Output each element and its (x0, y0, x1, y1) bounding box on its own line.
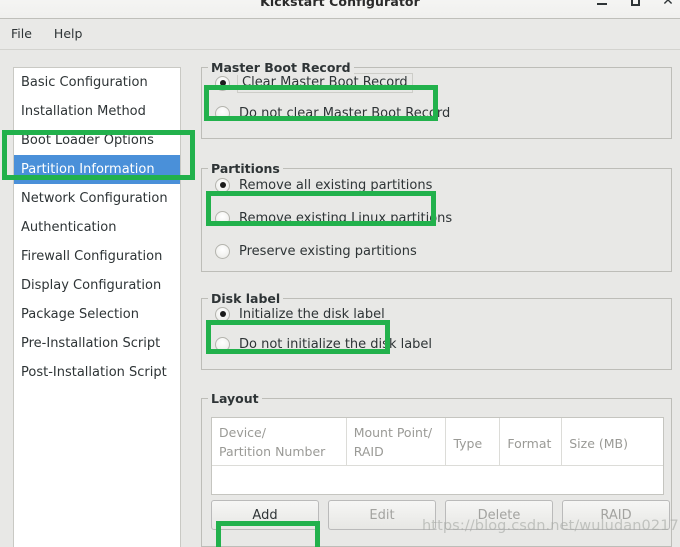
table-header-row: Device/ Partition Number Mount Point/ RA… (212, 418, 663, 466)
sidebar-item-basic-configuration[interactable]: Basic Configuration (14, 68, 180, 97)
radio-label-do-not-clear-master-boot-record: Do not clear Master Boot Record (239, 105, 451, 121)
partitions-group-title: Partitions (208, 161, 283, 176)
radio-initialize-the-disk-label[interactable] (215, 306, 230, 322)
sidebar-item-firewall-configuration[interactable]: Firewall Configuration (14, 242, 180, 271)
main-content: Basic Configuration Installation Method … (0, 50, 680, 547)
sidebar-item-label: Partition Information (21, 162, 155, 177)
sidebar-item-label: Basic Configuration (21, 75, 148, 90)
sidebar-item-label: Authentication (21, 220, 117, 235)
radio-remove-existing-linux-partitions[interactable] (215, 210, 230, 226)
radio-label-do-not-initialize-the-disk-label: Do not initialize the disk label (239, 336, 433, 352)
column-header-format[interactable]: Format (500, 418, 563, 465)
master-boot-record-group: Master Boot Record Clear Master Boot Rec… (201, 60, 672, 139)
radio-clear-master-boot-record[interactable] (215, 75, 230, 91)
minimize-button[interactable] (594, 0, 610, 9)
title-bar: Kickstart Configurator ✕ (0, 0, 680, 19)
radio-do-not-clear-master-boot-record[interactable] (215, 105, 230, 121)
sidebar-item-authentication[interactable]: Authentication (14, 213, 180, 242)
menu-help[interactable]: Help (49, 23, 94, 45)
column-header-mount-point-raid[interactable]: Mount Point/ RAID (347, 418, 447, 465)
minimize-icon (597, 3, 607, 5)
sidebar-item-label: Firewall Configuration (21, 249, 163, 264)
delete-button[interactable]: Delete (445, 500, 553, 530)
radio-preserve-existing-partitions[interactable] (215, 243, 230, 259)
disk-label-group: Disk label Initialize the disk label Do … (201, 291, 672, 370)
radio-label-clear-master-boot-record: Clear Master Boot Record (237, 73, 413, 93)
radio-row-preserve-existing-partitions[interactable]: Preserve existing partitions (202, 235, 671, 267)
menu-file[interactable]: File (6, 23, 43, 45)
master-boot-record-group-title: Master Boot Record (208, 60, 354, 75)
sidebar-item-label: Post-Installation Script (21, 365, 167, 380)
radio-do-not-initialize-the-disk-label[interactable] (215, 336, 230, 352)
sidebar-item-partition-information[interactable]: Partition Information (14, 155, 180, 184)
column-header-device-partition-number[interactable]: Device/ Partition Number (212, 418, 347, 465)
sidebar-item-label: Installation Method (21, 104, 146, 119)
column-header-type[interactable]: Type (446, 418, 501, 465)
radio-row-do-not-initialize-the-disk-label[interactable]: Do not initialize the disk label (202, 329, 671, 359)
maximize-button[interactable] (627, 0, 643, 9)
sidebar-item-display-configuration[interactable]: Display Configuration (14, 271, 180, 300)
edit-button[interactable]: Edit (328, 500, 436, 530)
layout-group: Layout Device/ Partition Number Mount Po… (201, 391, 672, 547)
radio-label-remove-all-existing-partitions: Remove all existing partitions (239, 177, 433, 193)
radio-row-remove-existing-linux-partitions[interactable]: Remove existing Linux partitions (202, 201, 671, 235)
maximize-icon (630, 0, 640, 6)
sidebar-item-boot-loader-options[interactable]: Boot Loader Options (14, 126, 180, 155)
sidebar-item-label: Pre-Installation Script (21, 336, 161, 351)
window-controls: ✕ (594, 0, 676, 9)
radio-label-initialize-the-disk-label: Initialize the disk label (239, 306, 385, 322)
layout-button-row: Add Edit Delete RAID (211, 500, 671, 530)
radio-remove-all-existing-partitions[interactable] (215, 177, 230, 193)
sidebar-item-post-installation-script[interactable]: Post-Installation Script (14, 358, 180, 387)
disk-label-group-title: Disk label (208, 291, 284, 306)
menu-bar: File Help (0, 19, 680, 50)
sidebar-item-installation-method[interactable]: Installation Method (14, 97, 180, 126)
partition-information-panel: Master Boot Record Clear Master Boot Rec… (197, 50, 680, 547)
close-icon: ✕ (662, 0, 674, 9)
navigation-sidebar[interactable]: Basic Configuration Installation Method … (13, 67, 181, 547)
kickstart-configurator-window: Kickstart Configurator ✕ File Help Basic… (0, 0, 680, 547)
sidebar-item-label: Network Configuration (21, 191, 168, 206)
sidebar-item-pre-installation-script[interactable]: Pre-Installation Script (14, 329, 180, 358)
radio-row-do-not-clear-mbr[interactable]: Do not clear Master Boot Record (202, 98, 671, 128)
sidebar-item-package-selection[interactable]: Package Selection (14, 300, 180, 329)
window-title: Kickstart Configurator (260, 0, 420, 9)
sidebar-item-label: Boot Loader Options (21, 133, 154, 148)
column-header-size-mb[interactable]: Size (MB) (562, 418, 663, 465)
sidebar-item-label: Package Selection (21, 307, 139, 322)
layout-group-title: Layout (208, 391, 262, 406)
partition-layout-table[interactable]: Device/ Partition Number Mount Point/ RA… (211, 417, 664, 495)
sidebar-item-network-configuration[interactable]: Network Configuration (14, 184, 180, 213)
raid-button[interactable]: RAID (562, 500, 670, 530)
add-button[interactable]: Add (211, 500, 319, 530)
radio-label-remove-existing-linux-partitions: Remove existing Linux partitions (239, 210, 453, 226)
radio-label-preserve-existing-partitions: Preserve existing partitions (239, 243, 417, 259)
close-button[interactable]: ✕ (660, 0, 676, 9)
table-body-empty (212, 466, 663, 494)
sidebar-item-label: Display Configuration (21, 278, 162, 293)
partitions-group: Partitions Remove all existing partition… (201, 161, 672, 272)
